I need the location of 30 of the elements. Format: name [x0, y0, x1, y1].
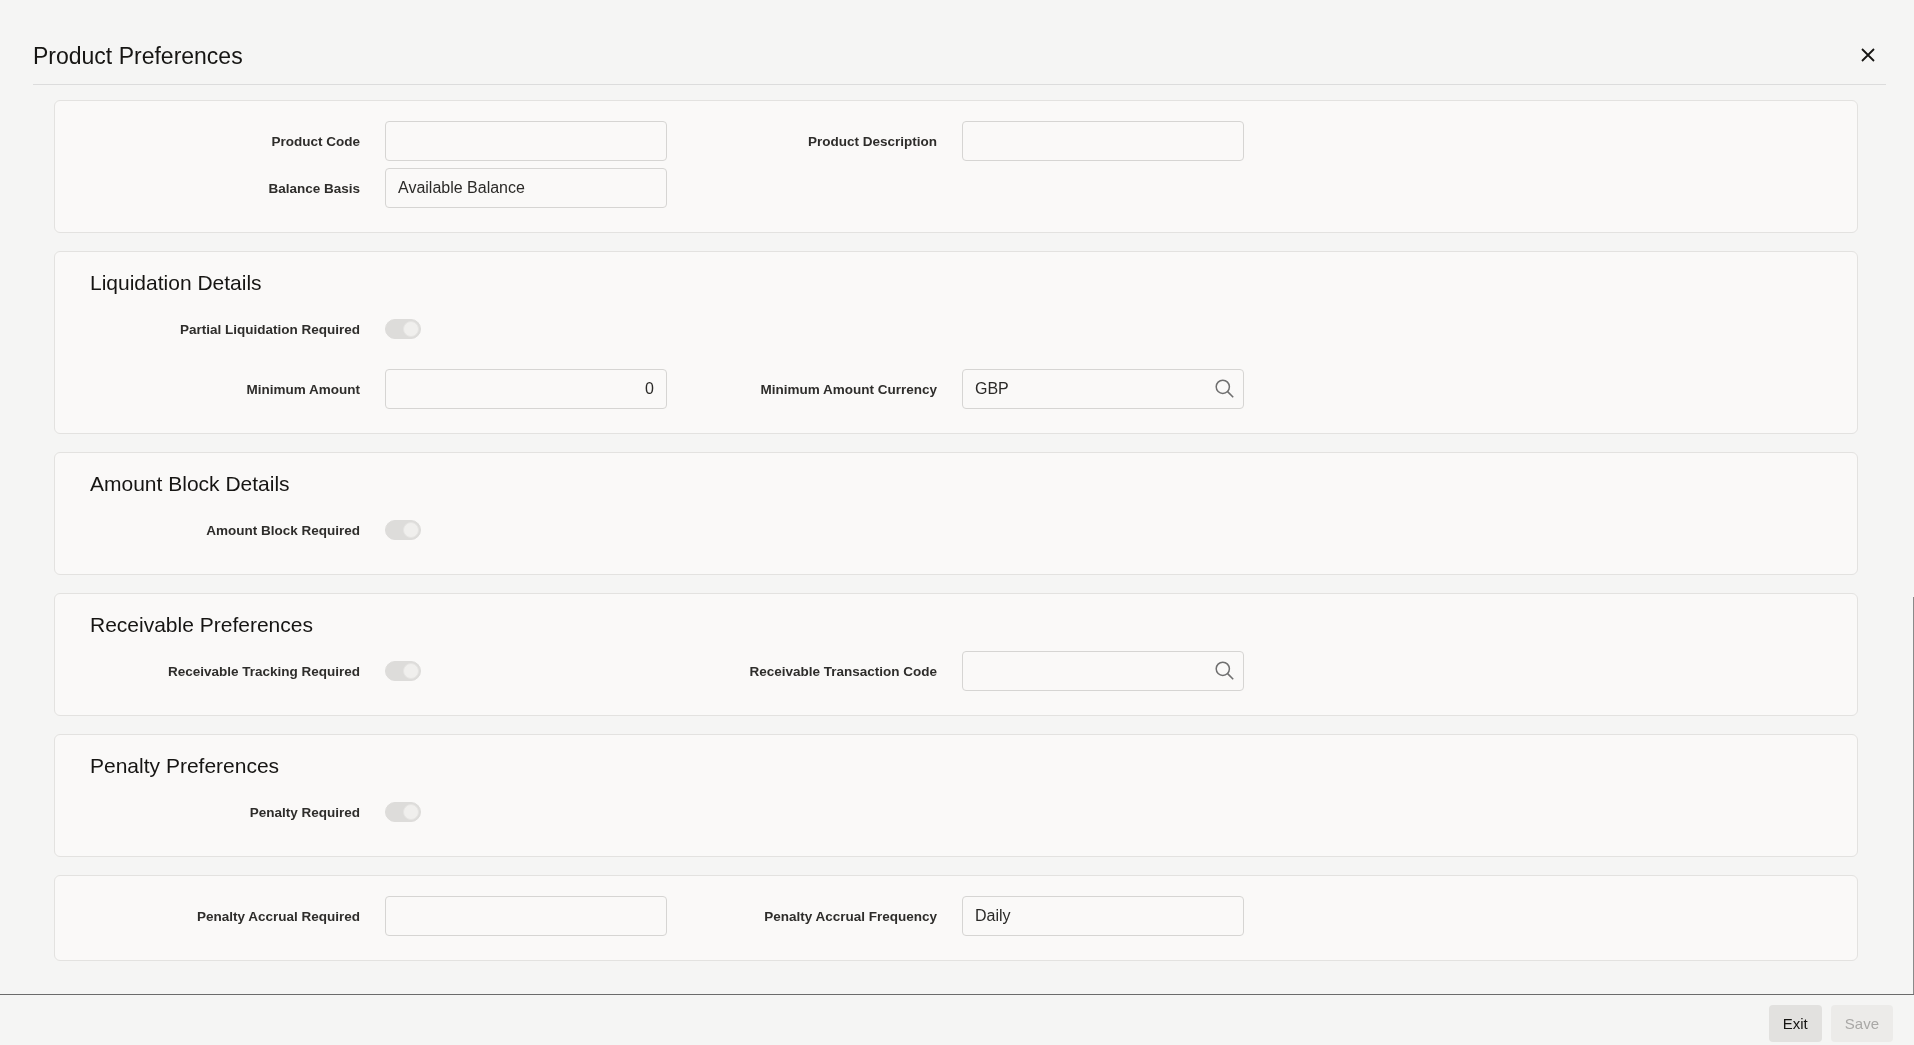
- search-icon[interactable]: [1215, 379, 1234, 398]
- close-icon: [1861, 48, 1875, 62]
- close-button[interactable]: [1861, 48, 1875, 62]
- field-label: Amount Block Required: [206, 522, 360, 538]
- field-label: Receivable Transaction Code: [749, 663, 937, 679]
- field-label: Penalty Accrual Frequency: [764, 908, 937, 924]
- section-heading: Penalty Preferences: [90, 753, 280, 779]
- text-field[interactable]: [385, 896, 667, 936]
- field-label: Penalty Required: [249, 804, 360, 820]
- exit-button[interactable]: Exit: [1768, 1005, 1822, 1042]
- lookup-field[interactable]: [962, 651, 1244, 691]
- field-label: Minimum Amount: [246, 381, 360, 397]
- field-label: Minimum Amount Currency: [760, 381, 937, 397]
- dialog-title: Product Preferences: [33, 42, 243, 70]
- search-icon[interactable]: [1215, 661, 1234, 680]
- number-field[interactable]: 0: [385, 369, 667, 409]
- text-field[interactable]: Daily: [962, 896, 1244, 936]
- section-heading: Amount Block Details: [90, 471, 290, 497]
- field-label: Partial Liquidation Required: [180, 321, 360, 337]
- section-heading: Liquidation Details: [90, 270, 262, 296]
- field-label: Product Description: [808, 133, 937, 149]
- field-label: Penalty Accrual Required: [196, 908, 360, 924]
- text-field[interactable]: Available Balance: [385, 168, 667, 208]
- lookup-field[interactable]: GBP: [962, 369, 1244, 409]
- field-label: Product Code: [271, 133, 360, 149]
- field-label: Receivable Tracking Required: [167, 663, 360, 679]
- field-label: Balance Basis: [268, 180, 360, 196]
- text-field[interactable]: [962, 121, 1244, 161]
- text-field[interactable]: [385, 121, 667, 161]
- section-heading: Receivable Preferences: [90, 612, 313, 638]
